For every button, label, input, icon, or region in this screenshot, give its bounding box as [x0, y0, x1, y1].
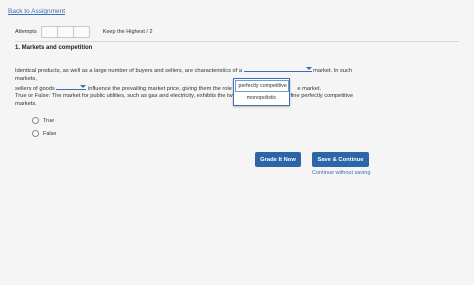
attempt-box — [41, 27, 58, 37]
grade-it-now-button[interactable]: Grade It Now — [255, 152, 301, 167]
choice-true[interactable]: True — [32, 117, 54, 124]
sellers-dropdown[interactable] — [56, 83, 87, 91]
continue-without-saving-link[interactable]: Continue without saving — [312, 170, 370, 176]
radio-button[interactable] — [32, 130, 39, 137]
attempts-label: Attempts — [15, 29, 37, 35]
option-monopolistic[interactable]: monopolistic — [234, 92, 289, 104]
choice-false[interactable]: False — [32, 130, 56, 137]
keep-highest-label: Keep the Highest / 2 — [102, 29, 153, 35]
divider — [15, 41, 459, 42]
chevron-down-icon — [80, 85, 87, 89]
attempt-box — [57, 27, 74, 37]
attempts-boxes — [40, 26, 90, 38]
attempt-box — [73, 27, 89, 37]
back-to-assignment-link[interactable]: Back to Assignment — [8, 8, 65, 15]
market-type-dropdown[interactable] — [243, 65, 312, 72]
radio-button[interactable] — [32, 117, 39, 124]
p1-text-a: Identical products, as well as a large n… — [15, 68, 242, 74]
question-title: 1. Markets and competition — [15, 45, 93, 51]
chevron-down-icon — [305, 67, 312, 70]
option-perfectly-competitive[interactable]: perfectly competitive — [234, 79, 289, 92]
p2-text-a: True or False: The market for public uti… — [15, 93, 241, 99]
choice-label: False — [43, 130, 57, 137]
p2-text-c: markets. — [15, 101, 37, 108]
choice-label: True — [43, 117, 55, 124]
question-paragraph-1: Identical products, as well as a large n… — [15, 65, 365, 94]
question-paragraph-2: True or False: The market for public uti… — [15, 92, 375, 108]
save-continue-button[interactable]: Save & Continue — [312, 152, 369, 167]
dropdown-menu: perfectly competitive monopolistic — [233, 78, 290, 106]
attempts-row: Attempts Keep the Highest / 2 — [15, 26, 153, 38]
